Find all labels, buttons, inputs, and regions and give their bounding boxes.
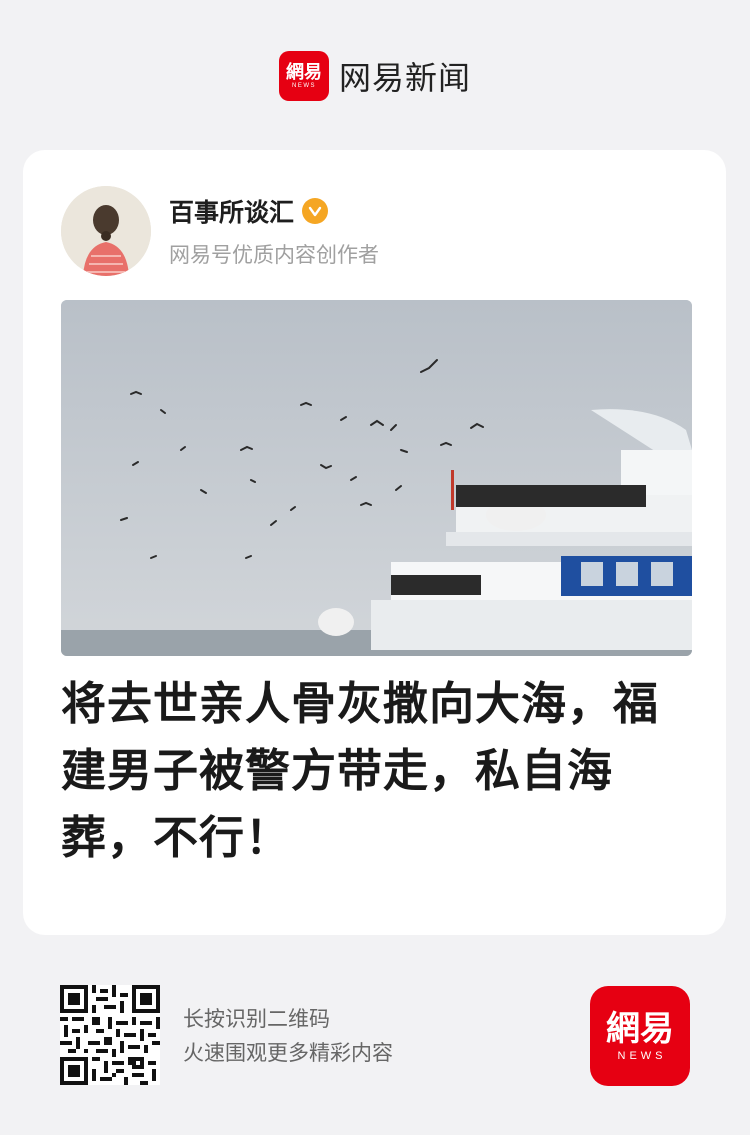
article-cover-image[interactable]	[61, 300, 692, 656]
qr-line-2: 火速围观更多精彩内容	[183, 1041, 393, 1065]
author-row: 百事所谈汇	[169, 193, 379, 229]
app-name: 网易新闻	[338, 59, 471, 97]
article-title[interactable]: 将去世亲人骨灰撒向大海，福建男子被警方带走，私自海葬，不行！	[61, 670, 691, 871]
verified-check-icon	[302, 198, 329, 224]
article-card[interactable]: 百事所谈汇 网易号优质内容创作者 将去世亲人骨灰撒向大海，福建男子被警方带走，私…	[23, 150, 726, 935]
author-avatar[interactable]	[61, 186, 151, 276]
author-description: 网易号优质内容创作者	[169, 243, 379, 267]
footer-logo-en: NEWS	[617, 1050, 667, 1062]
logo-en-text: NEWS	[291, 82, 316, 89]
author-info: 百事所谈汇 网易号优质内容创作者	[169, 193, 379, 269]
qr-line-1: 长按识别二维码	[183, 1007, 330, 1031]
qr-code-icon[interactable]	[60, 985, 160, 1085]
author-name[interactable]: 百事所谈汇	[169, 193, 294, 229]
brand-header: 網易 NEWS 网易新闻	[0, 50, 750, 102]
netease-logo-large-icon: 網易 NEWS	[590, 986, 690, 1086]
qr-instructions: 长按识别二维码 火速围观更多精彩内容	[183, 1002, 393, 1070]
share-poster: 網易 NEWS 网易新闻 百事所谈汇 网易号优质内容创作者 将去世亲人骨灰撒向大…	[0, 0, 750, 1135]
netease-logo-icon: 網易 NEWS	[278, 51, 329, 101]
footer-logo-zh: 網易	[606, 1009, 674, 1049]
logo-zh-text: 網易	[285, 61, 322, 83]
author-block[interactable]: 百事所谈汇 网易号优质内容创作者	[61, 186, 379, 276]
